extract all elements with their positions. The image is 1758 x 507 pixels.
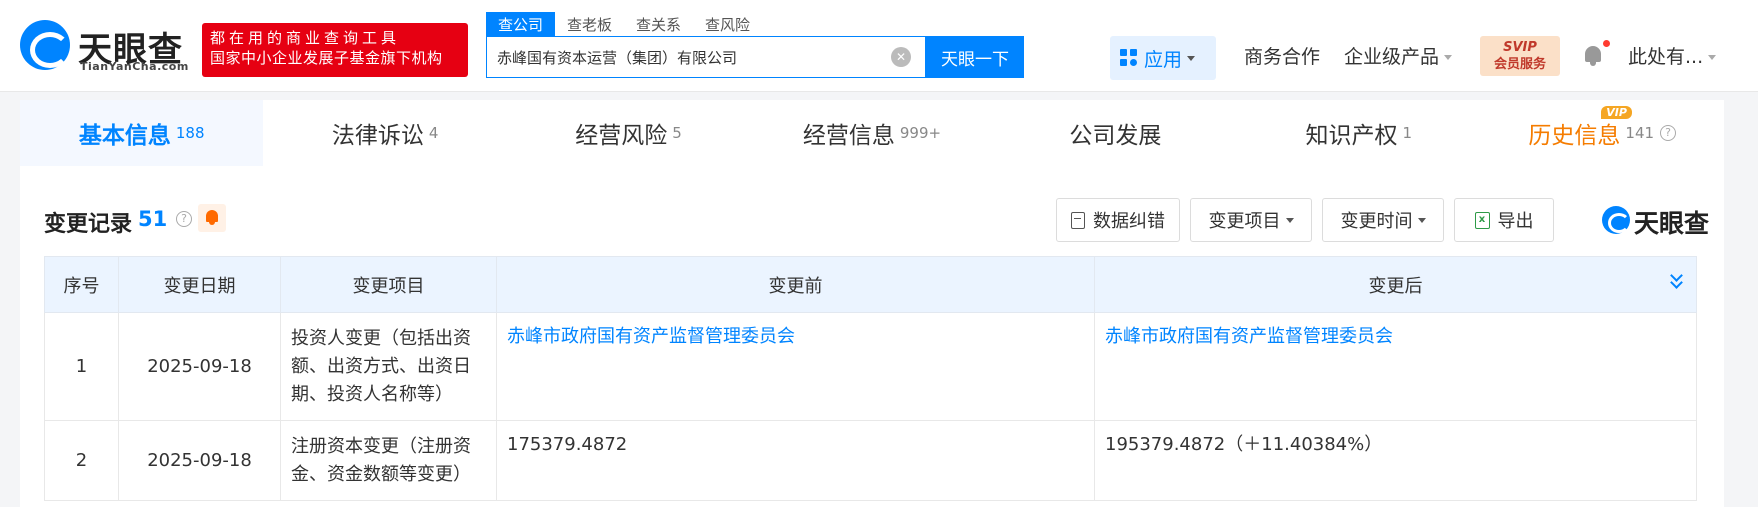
- site-logo[interactable]: 天眼查 TianYanCha.com: [20, 20, 190, 74]
- vip-badge: VIP: [1601, 106, 1632, 119]
- cell-item: 注册资本变更（注册资金、资金数额等变更）: [280, 420, 497, 501]
- tab-count: 999+: [899, 124, 942, 142]
- search-type-tabs: 查公司 查老板 查关系 查风险: [486, 12, 762, 36]
- nav-business-cooperation[interactable]: 商务合作: [1244, 42, 1320, 69]
- chevron-down-icon: [1285, 217, 1294, 223]
- export-label: 导出: [1497, 211, 1534, 232]
- help-icon[interactable]: ?: [1660, 125, 1677, 141]
- cell-before: 175379.4872: [496, 420, 1095, 501]
- tab-label: 法律诉讼: [331, 123, 424, 149]
- search-box: ✕: [486, 36, 926, 78]
- apps-grid-icon: [1120, 49, 1138, 67]
- change-item-label: 变更项目: [1208, 211, 1281, 232]
- cell-index: 1: [44, 312, 119, 421]
- clear-icon[interactable]: ✕: [891, 47, 911, 67]
- apps-menu-label: 应用: [1144, 48, 1183, 71]
- col-header-after: 变更后: [1094, 256, 1697, 313]
- col-header-item: 变更项目: [280, 256, 497, 313]
- search-button[interactable]: 天眼一下: [926, 36, 1024, 78]
- change-records-panel: 变更记录 51 ? 数据纠错 变更项目 变更时间 x 导出 天眼查 序号 变更日期…: [20, 166, 1724, 507]
- double-chevron-down-icon[interactable]: [1670, 269, 1684, 291]
- logo-eye-icon: [1602, 206, 1630, 234]
- table-row: 1 2025-09-18 投资人变更（包括出资额、出资方式、出资日期、投资人名称…: [44, 312, 1697, 421]
- tab-label: 历史信息: [1528, 123, 1621, 149]
- tab-label: 经营风险: [575, 123, 668, 149]
- notification-bell-icon[interactable]: [1584, 44, 1602, 66]
- col-header-before: 变更前: [496, 256, 1095, 313]
- user-menu[interactable]: 此处有...: [1628, 42, 1717, 69]
- search-tab-boss[interactable]: 查老板: [555, 12, 624, 36]
- tab-count: 5: [672, 124, 682, 142]
- col-header-date: 变更日期: [118, 256, 281, 313]
- export-button[interactable]: x 导出: [1454, 198, 1554, 242]
- tab-label: 公司发展: [1069, 123, 1162, 149]
- cell-date: 2025-09-18: [118, 420, 281, 501]
- table-row: 2 2025-09-18 注册资本变更（注册资金、资金数额等变更） 175379…: [44, 420, 1697, 501]
- nav-enterprise-label: 企业级产品: [1344, 46, 1440, 68]
- tab-intellectual-property[interactable]: 知识产权 1: [1237, 100, 1480, 166]
- chevron-down-icon: [1708, 55, 1717, 60]
- chevron-down-icon: [1417, 217, 1426, 223]
- tab-count: 188: [175, 124, 205, 142]
- tab-legal[interactable]: 法律诉讼 4: [263, 100, 506, 166]
- col-header-after-label: 变更后: [1368, 275, 1423, 297]
- change-records-table: 序号 变更日期 变更项目 变更前 变更后 1 2025-09-18 投资人变更（…: [44, 256, 1697, 501]
- change-time-filter[interactable]: 变更时间: [1322, 198, 1444, 242]
- tab-operating-info[interactable]: 经营信息 999+: [750, 100, 993, 166]
- brand-text: 天眼查: [1634, 209, 1710, 238]
- notification-dot: [1603, 40, 1610, 47]
- company-info-tabs: 基本信息 188 法律诉讼 4 经营风险 5 经营信息 999+ 公司发展 知识产权 1 …: [20, 100, 1724, 166]
- data-correction-button[interactable]: 数据纠错: [1056, 198, 1180, 242]
- tab-company-development[interactable]: 公司发展: [994, 100, 1237, 166]
- slogan-banner: 都在用的商业查询工具 国家中小企业发展子基金旗下机构: [202, 23, 468, 77]
- chevron-down-icon: [1444, 55, 1453, 60]
- document-icon: [1071, 211, 1085, 229]
- brand-watermark: 天眼查: [1602, 202, 1714, 238]
- table-header-row: 序号 变更日期 变更项目 变更前 变更后: [44, 256, 1697, 313]
- slogan-line2: 国家中小企业发展子基金旗下机构: [210, 49, 443, 67]
- monitor-bell-icon[interactable]: [198, 204, 226, 232]
- col-header-index: 序号: [44, 256, 119, 313]
- user-name: 此处有...: [1628, 46, 1704, 68]
- section-title: 变更记录: [44, 212, 133, 237]
- svip-member-button[interactable]: SVIP 会员服务: [1480, 36, 1560, 76]
- cell-after: 195379.4872（＋11.40384%）: [1094, 420, 1697, 501]
- tab-count: 141: [1625, 124, 1655, 142]
- logo-eye-icon: [20, 20, 70, 70]
- svip-service-label: 会员服务: [1493, 57, 1546, 72]
- data-correction-label: 数据纠错: [1093, 211, 1165, 232]
- cell-before: 赤峰市政府国有资产监督管理委员会: [496, 312, 1095, 421]
- tab-label: 知识产权: [1305, 123, 1398, 149]
- tab-label: 经营信息: [802, 123, 895, 149]
- investor-link[interactable]: 赤峰市政府国有资产监督管理委员会: [507, 326, 795, 347]
- nav-enterprise-products[interactable]: 企业级产品: [1344, 42, 1453, 69]
- tab-operating-risk[interactable]: 经营风险 5: [507, 100, 750, 166]
- search-tab-relation[interactable]: 查关系: [624, 12, 693, 36]
- tab-label: 基本信息: [78, 123, 171, 149]
- change-item-filter[interactable]: 变更项目: [1190, 198, 1312, 242]
- search-tab-risk[interactable]: 查风险: [693, 12, 762, 36]
- tab-basic-info[interactable]: 基本信息 188: [20, 100, 264, 166]
- investor-link[interactable]: 赤峰市政府国有资产监督管理委员会: [1105, 326, 1393, 347]
- cell-after: 赤峰市政府国有资产监督管理委员会: [1094, 312, 1697, 421]
- help-icon[interactable]: ?: [176, 211, 192, 227]
- search-input[interactable]: [497, 37, 877, 77]
- cell-item: 投资人变更（包括出资额、出资方式、出资日期、投资人名称等）: [280, 312, 497, 421]
- tab-count: 4: [428, 124, 439, 142]
- cell-date: 2025-09-18: [118, 312, 281, 421]
- cell-index: 2: [44, 420, 119, 501]
- excel-icon: x: [1474, 211, 1490, 229]
- tab-count: 1: [1402, 124, 1413, 142]
- tab-history-info[interactable]: VIP 历史信息 141 ?: [1481, 100, 1724, 166]
- change-time-label: 变更时间: [1340, 211, 1413, 232]
- slogan-line1: 都在用的商业查询工具: [210, 29, 401, 47]
- chevron-down-icon: [1187, 55, 1196, 61]
- search-tab-company[interactable]: 查公司: [486, 12, 556, 36]
- logo-subtext: TianYanCha.com: [80, 60, 189, 73]
- section-count: 51: [138, 207, 168, 231]
- svip-label: SVIP: [1503, 40, 1537, 55]
- apps-menu[interactable]: 应用: [1110, 36, 1216, 80]
- top-header: 天眼查 TianYanCha.com 都在用的商业查询工具 国家中小企业发展子基…: [0, 0, 1758, 92]
